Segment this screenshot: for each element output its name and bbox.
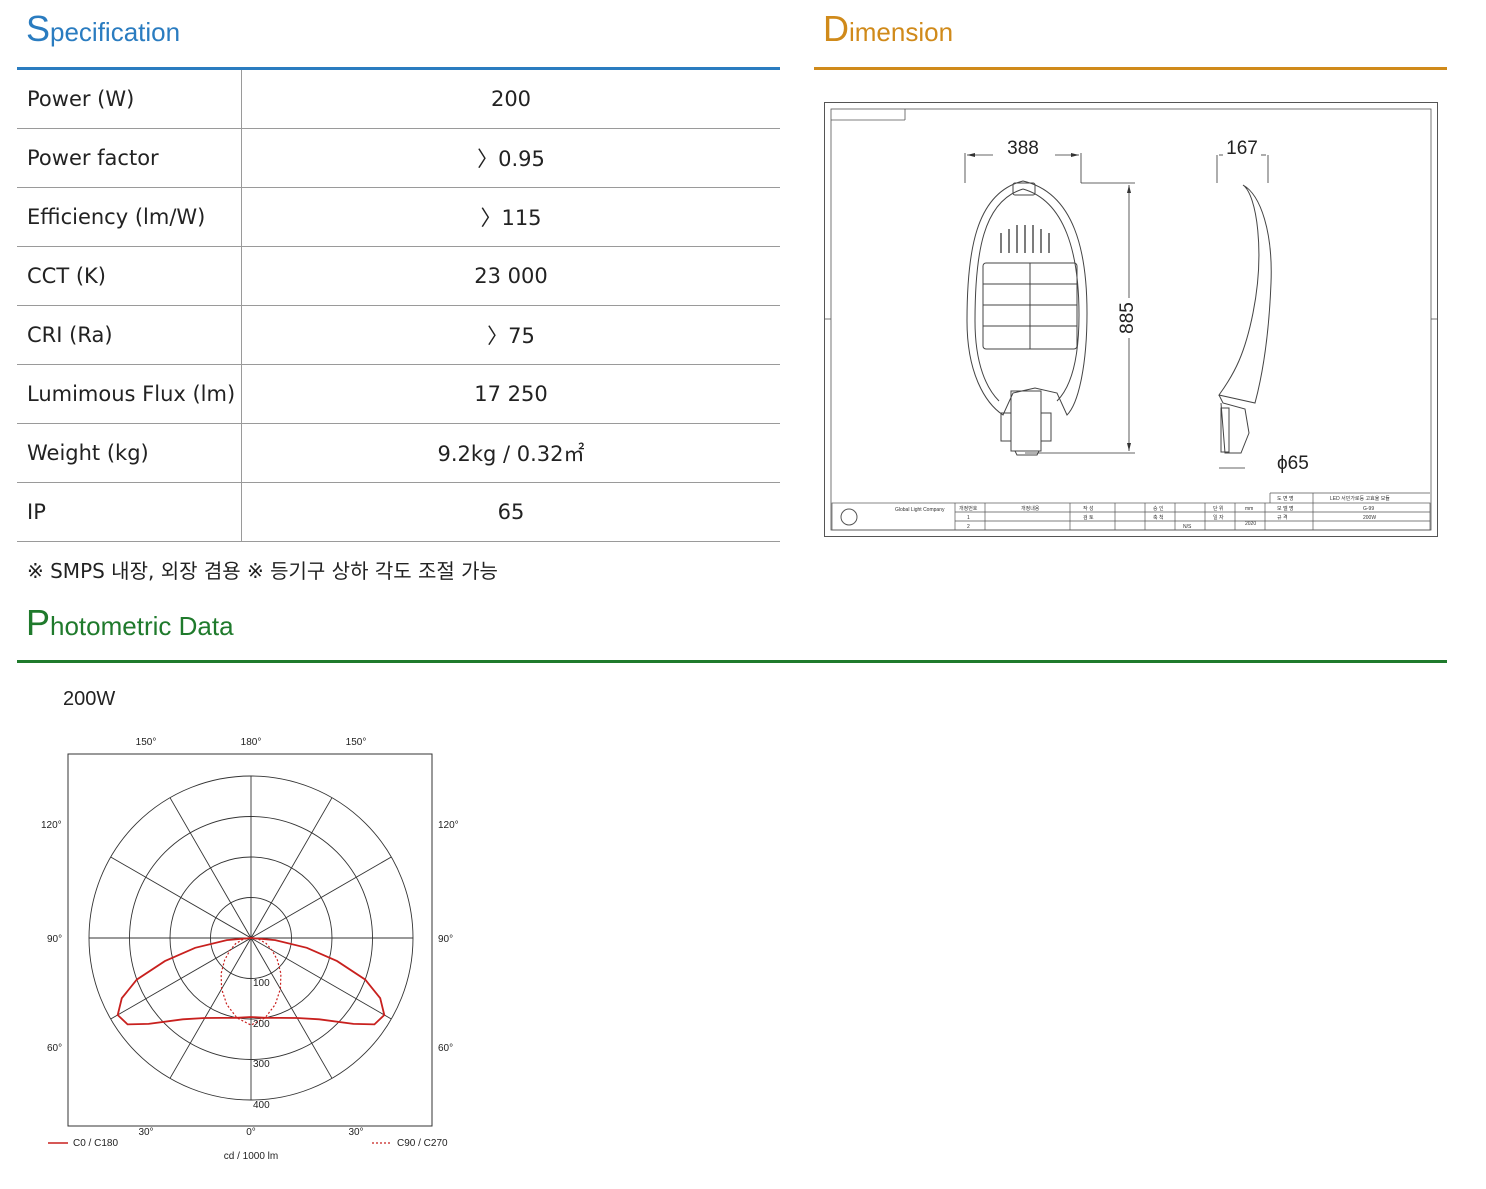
tb-rev-2: 2 — [967, 524, 970, 530]
spec-label: Lumimous Flux (lm) — [17, 364, 242, 424]
polar-intensity-chart: 150° 180° 150° 120° 120° 90° 90° 60° 60°… — [41, 737, 459, 1162]
spec-value: 23 000 — [241, 246, 780, 306]
technical-drawing: 388 167 ϕ65 885 Global Light Company 개정번… — [825, 108, 1437, 531]
axis-label-bottom-center: 0° — [246, 1127, 256, 1138]
specification-title: Specification — [26, 8, 181, 49]
spec-value: 200 — [241, 70, 780, 129]
spec-label: Efficiency (lm/W) — [17, 187, 242, 247]
photometric-rule — [17, 660, 1447, 663]
axis-label-bottom-left: 30° — [138, 1127, 153, 1138]
tb-model-label: 모 델 명 — [1277, 505, 1294, 512]
tb-rev-header: 개정번호 — [959, 505, 978, 512]
table-row: CCT (K) 23 000 — [17, 246, 780, 306]
axis-label-top-right: 150° — [346, 737, 367, 748]
table-row: Weight (kg) 9.2kg / 0.32㎡ — [17, 423, 780, 483]
tb-unit: mm — [1245, 506, 1253, 512]
tb-rev-1: 1 — [967, 515, 970, 521]
tb-spec-label: 규 격 — [1277, 514, 1288, 521]
legend-c90-label: C90 / C270 — [397, 1138, 448, 1149]
spec-value: 〉75 — [241, 305, 780, 365]
radial-tick-200: 200 — [253, 1019, 270, 1030]
tb-scale: N/S — [1183, 524, 1192, 530]
height-dimension: 885 — [1117, 302, 1138, 334]
axis-label-top-center: 180° — [241, 737, 262, 748]
axis-label-right-120: 120° — [438, 820, 459, 831]
axis-label-left-120: 120° — [41, 820, 62, 831]
tb-model: G-99 — [1363, 506, 1374, 512]
spec-label: CRI (Ra) — [17, 305, 242, 365]
table-row: Power factor 〉0.95 — [17, 128, 780, 188]
radial-tick-400: 400 — [253, 1100, 270, 1111]
tb-approved-label: 승 인 — [1153, 505, 1164, 512]
tb-drawn-label: 작 성 — [1083, 505, 1094, 512]
axis-label-bottom-right: 30° — [348, 1127, 363, 1138]
spec-label: CCT (K) — [17, 246, 242, 306]
photometric-model-label: 200W — [63, 688, 116, 710]
axis-label-top-left: 150° — [136, 737, 157, 748]
radial-tick-100: 100 — [253, 978, 270, 989]
spec-label: Power (W) — [17, 70, 242, 129]
width-dimension: 388 — [1007, 138, 1039, 159]
pole-dimension: ϕ65 — [1277, 453, 1309, 474]
axis-label-right-60: 60° — [438, 1043, 453, 1054]
radial-tick-300: 300 — [253, 1059, 270, 1070]
tb-scale-label: 축 척 — [1153, 514, 1164, 521]
specification-table: Power (W) 200 Power factor 〉0.95 Efficienc… — [17, 70, 780, 542]
company-name: Global Light Company — [895, 507, 945, 513]
tb-date-label: 일 자 — [1213, 514, 1224, 521]
axis-label-left-90: 90° — [47, 934, 62, 945]
tb-unit-label: 단 위 — [1213, 505, 1224, 512]
tb-drawing-name-label: 도 면 명 — [1277, 495, 1294, 502]
dimension-rule — [814, 67, 1447, 70]
spec-value: 65 — [241, 482, 780, 542]
spec-label: Weight (kg) — [17, 423, 242, 483]
spec-value: 9.2kg / 0.32㎡ — [241, 423, 780, 483]
table-row: Power (W) 200 — [17, 70, 780, 129]
tb-checked-label: 검 토 — [1083, 514, 1094, 521]
depth-dimension: 167 — [1226, 138, 1258, 159]
table-row: Efficiency (lm/W) 〉115 — [17, 187, 780, 247]
spec-value: 17 250 — [241, 364, 780, 424]
spec-value: 〉0.95 — [241, 128, 780, 188]
tb-date: 2020 — [1245, 521, 1256, 527]
table-row: Lumimous Flux (lm) 17 250 — [17, 364, 780, 424]
table-row: CRI (Ra) 〉75 — [17, 305, 780, 365]
tb-rev-content: 개정내용 — [1021, 505, 1040, 512]
axis-label-left-60: 60° — [47, 1043, 62, 1054]
polar-unit-label: cd / 1000 lm — [224, 1151, 278, 1162]
tb-drawing-name: LED 서민가로등 고효율 모듈 — [1330, 495, 1390, 502]
legend-c0-label: C0 / C180 — [73, 1138, 118, 1149]
spec-label: Power factor — [17, 128, 242, 188]
photometric-title: Photometric Data — [26, 602, 234, 643]
spec-value: 〉115 — [241, 187, 780, 247]
tb-spec: 200W — [1363, 515, 1376, 521]
dimension-title: Dimension — [823, 8, 954, 49]
table-row: IP 65 — [17, 482, 780, 542]
spec-note: ※ SMPS 내장, 외장 겸용 ※ 등기구 상하 각도 조절 가능 — [27, 559, 498, 583]
spec-label: IP — [17, 482, 242, 542]
company-logo-icon — [840, 508, 858, 526]
axis-label-right-90: 90° — [438, 934, 453, 945]
dimension-drawing: 388 167 ϕ65 885 Global Light Company 개정번… — [824, 102, 1438, 537]
